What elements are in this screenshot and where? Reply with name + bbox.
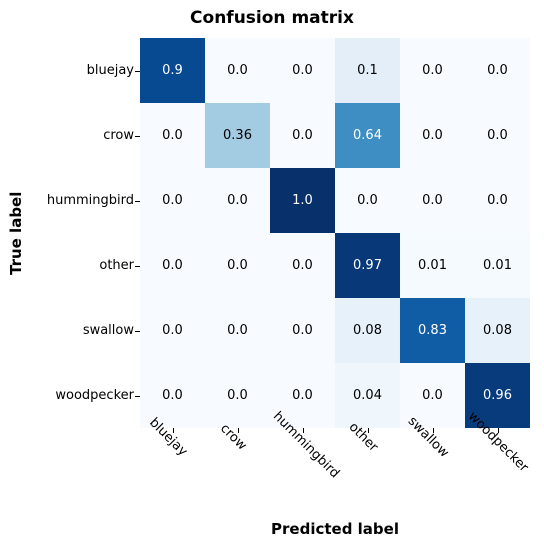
heatmap-cell: 0.0 (140, 103, 205, 168)
y-tick-mark (135, 71, 140, 72)
heatmap-cell: 0.83 (400, 298, 465, 363)
y-tick-label: bluejay (14, 38, 134, 103)
y-tick-mark (135, 266, 140, 267)
heatmap-cell: 0.0 (400, 38, 465, 103)
heatmap-cell: 0.0 (270, 38, 335, 103)
heatmap-cell: 0.08 (465, 298, 530, 363)
x-axis-label: Predicted label (140, 520, 530, 538)
heatmap-cell: 0.0 (205, 168, 270, 233)
x-tick-mark (498, 428, 499, 433)
y-tick-mark (135, 331, 140, 332)
y-tick-mark (135, 201, 140, 202)
heatmap-cell: 0.0 (465, 38, 530, 103)
heatmap-cell: 0.0 (270, 233, 335, 298)
heatmap-cell: 0.0 (335, 168, 400, 233)
heatmap-cell: 0.0 (400, 168, 465, 233)
heatmap-cell: 0.9 (140, 38, 205, 103)
y-tick-mark (135, 396, 140, 397)
chart-title: Confusion matrix (0, 8, 544, 28)
x-tick-mark (368, 428, 369, 433)
heatmap-cell: 0.0 (205, 38, 270, 103)
heatmap-cell: 0.0 (140, 233, 205, 298)
heatmap-cell: 0.0 (140, 168, 205, 233)
x-tick-mark (238, 428, 239, 433)
heatmap-cell: 0.0 (465, 103, 530, 168)
x-tick-mark (433, 428, 434, 433)
heatmap-grid: 0.90.00.00.10.00.00.00.360.00.640.00.00.… (140, 38, 530, 428)
confusion-matrix-chart: Confusion matrix True label Predicted la… (0, 0, 544, 555)
x-tick-mark (303, 428, 304, 433)
heatmap-cell: 0.0 (205, 233, 270, 298)
heatmap-cell: 0.0 (140, 298, 205, 363)
y-tick-label: swallow (14, 298, 134, 363)
heatmap-cell: 0.0 (465, 168, 530, 233)
y-tick-label: other (14, 233, 134, 298)
x-tick-mark (173, 428, 174, 433)
heatmap-cell: 0.36 (205, 103, 270, 168)
y-tick-label: hummingbird (14, 168, 134, 233)
heatmap-cell: 1.0 (270, 168, 335, 233)
heatmap-cell: 0.1 (335, 38, 400, 103)
heatmap-cell: 0.64 (335, 103, 400, 168)
heatmap-cell: 0.01 (465, 233, 530, 298)
heatmap-cell: 0.08 (335, 298, 400, 363)
heatmap-cell: 0.0 (270, 103, 335, 168)
heatmap-cell: 0.0 (400, 103, 465, 168)
heatmap-cell: 0.0 (270, 298, 335, 363)
y-tick-label: crow (14, 103, 134, 168)
heatmap-cell: 0.01 (400, 233, 465, 298)
y-tick-label: woodpecker (14, 363, 134, 428)
y-tick-mark (135, 136, 140, 137)
heatmap-cell: 0.97 (335, 233, 400, 298)
heatmap-cell: 0.0 (205, 298, 270, 363)
